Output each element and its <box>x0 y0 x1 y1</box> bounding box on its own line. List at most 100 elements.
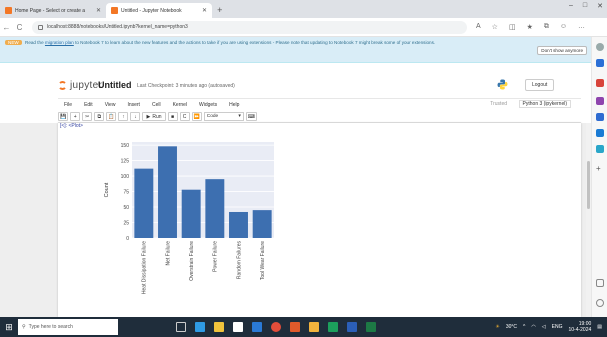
address-bar: ← C localhost:8888/notebooks/Untitled.ip… <box>0 18 607 37</box>
notebook-menubar: File Edit View Insert Cell Kernel Widget… <box>58 98 581 110</box>
y-tick-label: 125 <box>121 158 130 164</box>
profile-icon[interactable]: ☺ <box>560 23 567 31</box>
notebook-title[interactable]: Untitled <box>98 80 132 90</box>
media-icon[interactable] <box>290 322 300 332</box>
y-tick-labels: 0 25 50 75 100 125 150 <box>121 143 130 242</box>
terminal-icon[interactable] <box>328 322 338 332</box>
interrupt-button[interactable]: ■ <box>167 112 178 121</box>
sidebar-settings-icon[interactable] <box>596 279 604 287</box>
network-icon[interactable]: ◠ <box>531 324 535 330</box>
app-icon[interactable] <box>309 322 319 332</box>
read-aloud-icon[interactable]: A <box>476 23 481 31</box>
jupyter-logo[interactable]: jupyter <box>58 80 102 91</box>
minimize-button[interactable]: – <box>569 2 573 10</box>
tab-title: Home Page - Select or create a <box>15 7 86 14</box>
search-icon[interactable] <box>596 43 604 51</box>
trusted-indicator[interactable]: Trusted <box>490 101 507 107</box>
maximize-button[interactable]: □ <box>583 2 587 10</box>
bar <box>134 168 154 238</box>
notebook7-announcement-banner: NEW Read the migration plan to Notebook … <box>0 37 591 63</box>
more-icon[interactable]: … <box>578 23 585 31</box>
volume-icon[interactable]: ◁ <box>542 324 546 330</box>
cut-button[interactable]: ✂ <box>82 112 93 121</box>
clock[interactable]: 19:00 10-4-2024 <box>568 321 591 333</box>
store-icon[interactable] <box>233 322 243 332</box>
menu-cell[interactable]: Cell <box>146 102 167 108</box>
save-button[interactable]: 💾 <box>58 112 69 121</box>
move-down-button[interactable]: ↓ <box>130 112 141 121</box>
copy-button[interactable]: ⧉ <box>94 112 105 121</box>
tools-icon[interactable] <box>596 79 604 87</box>
y-tick-label: 0 <box>126 236 129 242</box>
outlook-icon[interactable] <box>596 129 604 137</box>
url-input[interactable]: localhost:8888/notebooks/Untitled.ipynb?… <box>32 20 467 34</box>
restart-run-all-button[interactable]: ⏩ <box>191 112 202 121</box>
command-palette-button[interactable]: ⌨ <box>245 112 257 121</box>
dont-show-anymore-button[interactable]: Don't show anymore <box>537 46 587 55</box>
migration-plan-link[interactable]: migration plan <box>45 40 74 45</box>
scrollbar-thumb[interactable] <box>587 161 590 209</box>
language-indicator[interactable]: ENG <box>552 324 563 330</box>
weather-icon[interactable]: ☀ <box>495 324 499 330</box>
excel-icon[interactable] <box>366 322 376 332</box>
paste-button[interactable]: 📋 <box>106 112 117 121</box>
restart-button[interactable]: C <box>179 112 190 121</box>
taskbar-search[interactable]: ⚲ Type here to search <box>18 319 118 335</box>
x-tick-label: Heat Dissipation Failure <box>142 241 148 294</box>
edge-icon[interactable] <box>195 322 205 332</box>
weather-temp[interactable]: 30°C <box>506 324 517 330</box>
close-icon[interactable]: ✕ <box>202 7 207 14</box>
reload-icon[interactable]: C <box>13 23 26 32</box>
drop-icon[interactable] <box>596 145 604 153</box>
cell-type-select[interactable]: Code ▾ <box>203 112 244 121</box>
notification-icon[interactable]: ▤ <box>597 324 602 330</box>
browser-tab-notebook[interactable]: Untitled - Jupyter Notebook ✕ <box>106 3 213 18</box>
jupyter-favicon-icon <box>111 7 119 14</box>
new-tab-button[interactable]: + <box>212 3 227 18</box>
add-icon[interactable]: + <box>596 165 604 173</box>
close-window-button[interactable]: ✕ <box>597 2 603 10</box>
office-icon[interactable] <box>596 113 604 121</box>
collections-icon[interactable]: ⧉ <box>544 23 549 31</box>
new-badge: NEW <box>5 40 22 45</box>
mail-icon[interactable] <box>252 322 262 332</box>
logout-button[interactable]: Logout <box>525 79 555 91</box>
run-button[interactable]: ▶ Run <box>142 112 166 121</box>
shopping-icon[interactable] <box>596 59 604 67</box>
url-text: localhost:8888/notebooks/Untitled.ipynb?… <box>47 24 188 30</box>
browser-tab-home[interactable]: Home Page - Select or create a ✕ <box>0 3 106 18</box>
output-prompt: [<]: <Plot> <box>60 123 83 129</box>
menu-view[interactable]: View <box>99 102 122 108</box>
chrome-icon[interactable] <box>271 322 281 332</box>
menu-widgets[interactable]: Widgets <box>193 102 223 108</box>
task-view-icon[interactable] <box>176 322 186 332</box>
move-up-button[interactable]: ↑ <box>118 112 129 121</box>
menu-file[interactable]: File <box>58 102 78 108</box>
word-icon[interactable] <box>347 322 357 332</box>
tray-chevron-icon[interactable]: ^ <box>523 324 525 330</box>
games-icon[interactable] <box>596 97 604 105</box>
notebook-scrollbar[interactable] <box>586 123 591 317</box>
banner-text-before: Read the <box>25 40 44 45</box>
browser-sidebar: + <box>591 37 607 317</box>
close-icon[interactable]: ✕ <box>96 7 101 14</box>
info-icon[interactable] <box>38 24 43 30</box>
windows-start-icon[interactable]: ⊞ <box>0 322 18 333</box>
menu-edit[interactable]: Edit <box>78 102 99 108</box>
favorite-star-icon[interactable]: ☆ <box>492 23 498 31</box>
clock-date: 10-4-2024 <box>568 327 592 333</box>
jupyter-logo-icon <box>58 81 67 90</box>
favorites-icon[interactable]: ★ <box>527 23 533 31</box>
menu-insert[interactable]: Insert <box>121 102 146 108</box>
window-controls: – □ ✕ <box>569 2 603 10</box>
x-tick-label: Tool Wear Failure <box>260 241 266 280</box>
y-tick-label: 25 <box>123 220 129 226</box>
menu-kernel[interactable]: Kernel <box>167 102 193 108</box>
back-icon[interactable]: ← <box>0 23 13 32</box>
split-screen-icon[interactable]: ◫ <box>509 23 516 31</box>
insert-cell-button[interactable]: + <box>70 112 81 121</box>
gear-icon[interactable] <box>596 299 604 307</box>
menu-help[interactable]: Help <box>223 102 245 108</box>
file-explorer-icon[interactable] <box>214 322 224 332</box>
kernel-indicator[interactable]: Python 3 (ipykernel) <box>518 100 571 108</box>
